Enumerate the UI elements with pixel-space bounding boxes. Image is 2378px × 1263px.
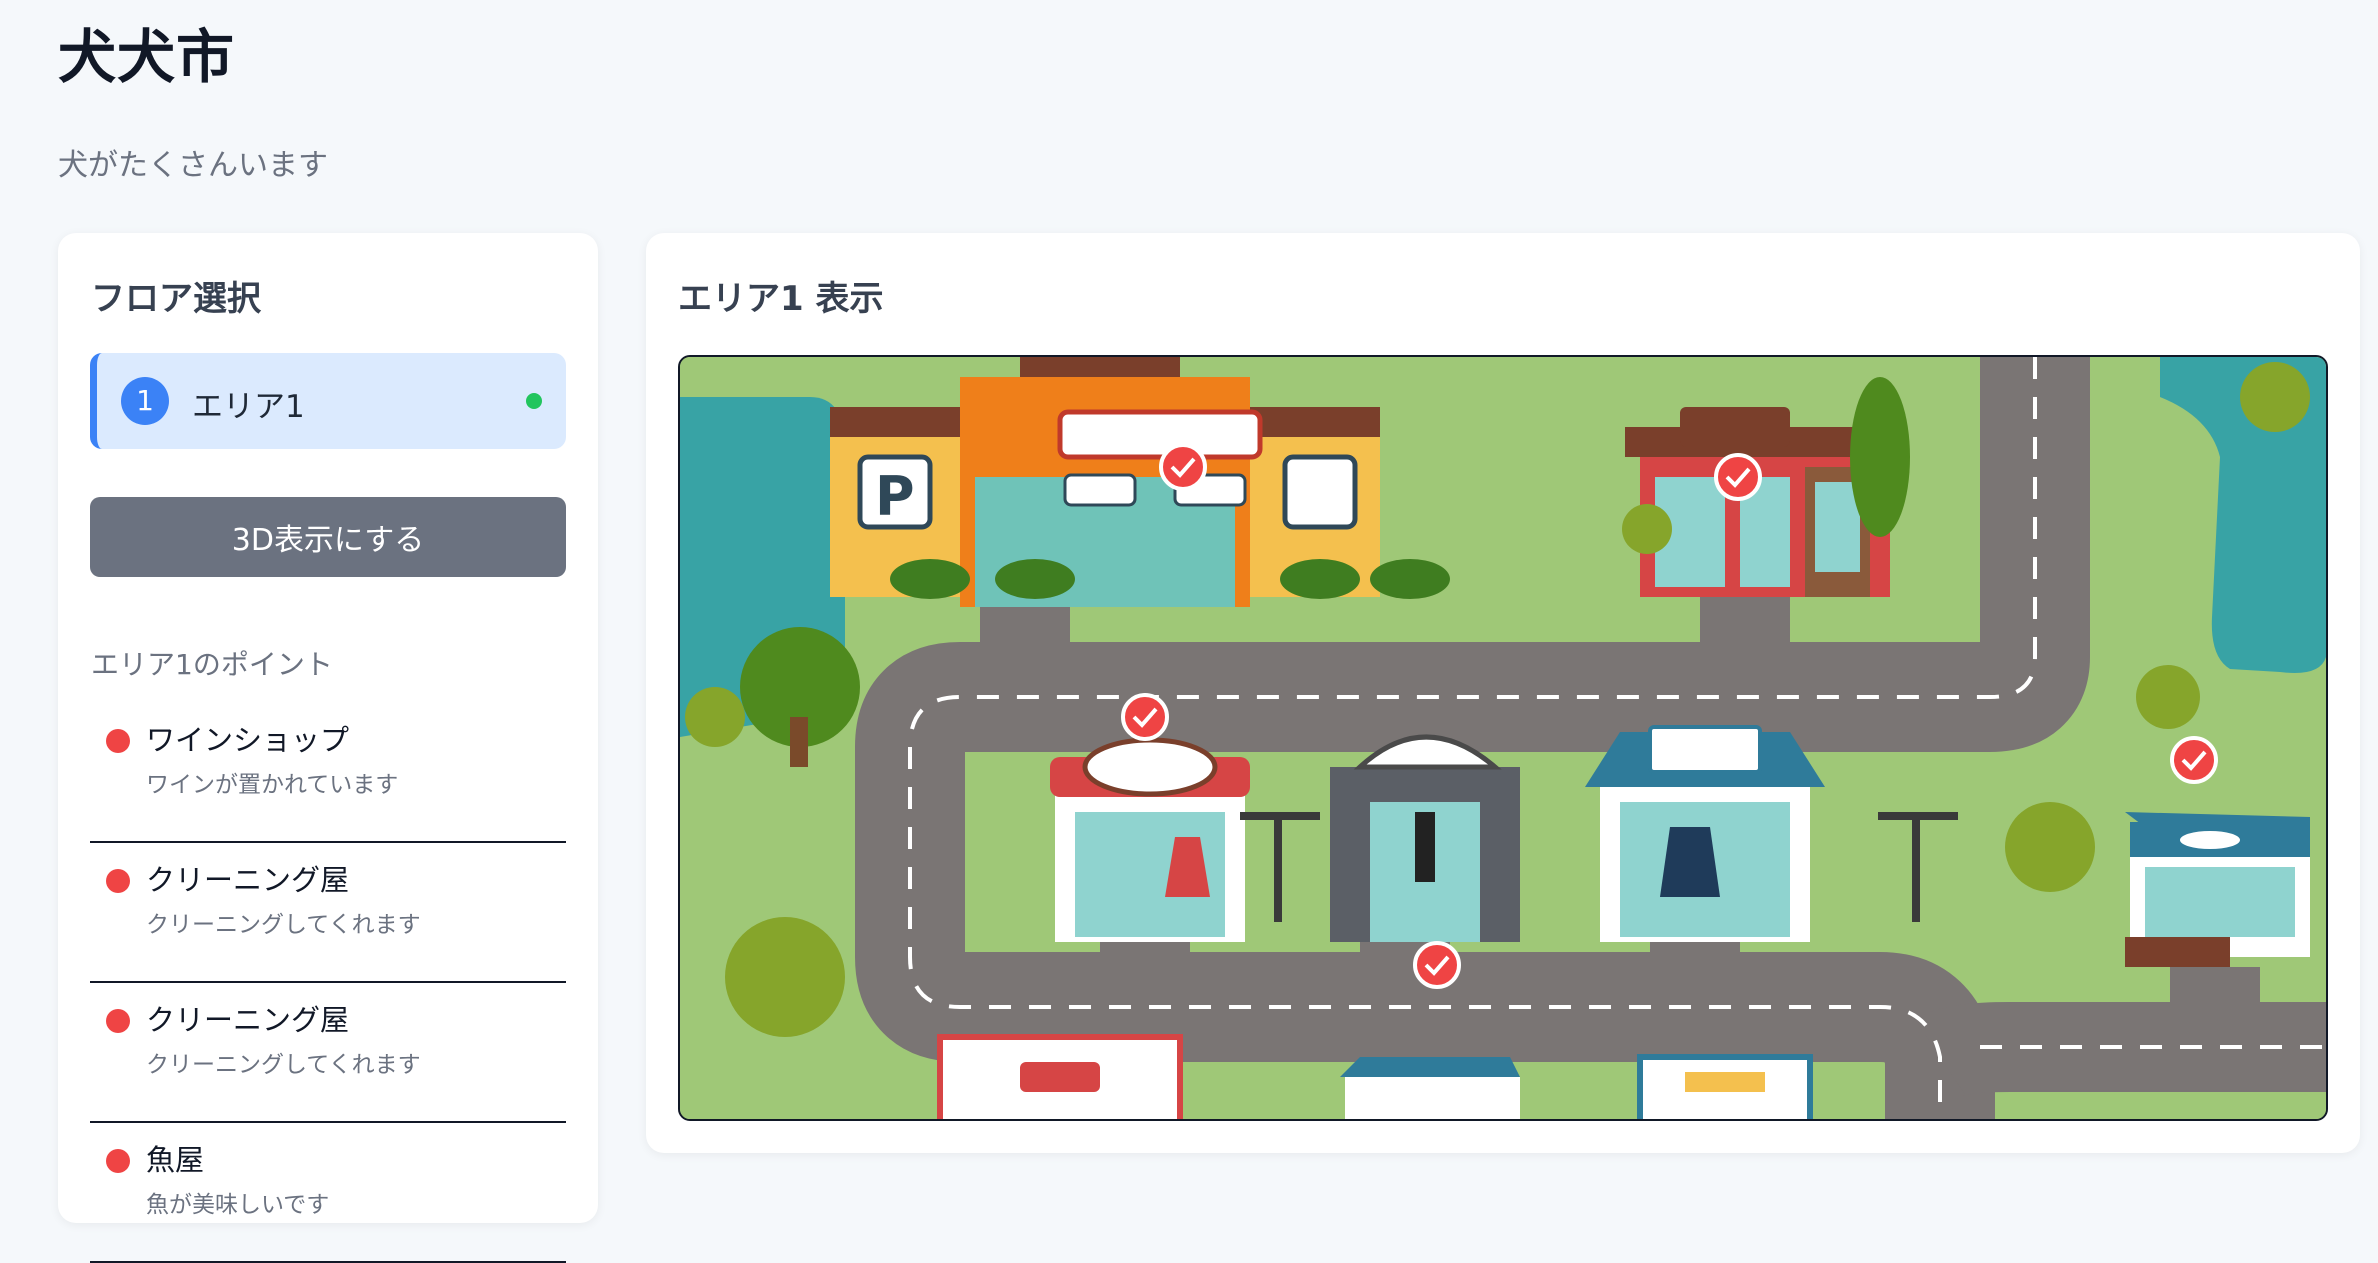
point-marker-icon xyxy=(106,869,130,893)
active-status-dot-icon xyxy=(526,393,542,409)
floor-item-area1[interactable]: 1 エリア1 xyxy=(90,353,566,449)
page-title: 犬犬市 xyxy=(58,23,236,91)
point-item-cleaning-2[interactable]: クリーニング屋 クリーニングしてくれます xyxy=(90,983,566,1123)
map-panel: エリア1 表示 P xyxy=(646,233,2360,1153)
area-map[interactable]: P xyxy=(678,355,2328,1121)
point-description: クリーニングしてくれます xyxy=(146,912,421,938)
floor-sidebar: フロア選択 1 エリア1 3D表示にする エリア1のポイント ワインショップ ワ… xyxy=(58,233,598,1263)
sidebar-title: フロア選択 xyxy=(91,279,261,319)
point-list: ワインショップ ワインが置かれています クリーニング屋 クリーニングしてくれます… xyxy=(90,703,566,1263)
map-marker-supermarket[interactable] xyxy=(1159,443,1207,491)
point-item-wine-shop[interactable]: ワインショップ ワインが置かれています xyxy=(90,703,566,843)
town-map-illustration: P xyxy=(680,357,2326,1119)
map-marker-cleaning-1[interactable] xyxy=(1121,693,1169,741)
point-name: クリーニング屋 xyxy=(146,1003,350,1037)
point-marker-icon xyxy=(106,1149,130,1173)
point-name: クリーニング屋 xyxy=(146,863,350,897)
map-marker-wine-shop[interactable] xyxy=(1714,453,1762,501)
point-name: ワインショップ xyxy=(146,723,350,757)
point-description: 魚が美味しいです xyxy=(146,1192,330,1218)
page-subtitle: 犬がたくさんいます xyxy=(58,148,328,183)
point-description: クリーニングしてくれます xyxy=(146,1052,421,1078)
point-marker-icon xyxy=(106,1009,130,1033)
map-title: エリア1 表示 xyxy=(678,279,884,319)
map-marker-fish-shop[interactable] xyxy=(2170,736,2218,784)
floor-label: エリア1 xyxy=(192,389,305,425)
point-name: 魚屋 xyxy=(146,1143,205,1177)
svg-text:P: P xyxy=(875,465,915,528)
point-item-cleaning-1[interactable]: クリーニング屋 クリーニングしてくれます xyxy=(90,843,566,983)
toggle-3d-button[interactable]: 3D表示にする xyxy=(90,497,566,577)
point-description: ワインが置かれています xyxy=(146,772,399,798)
points-heading: エリア1のポイント xyxy=(91,648,333,681)
map-marker-cleaning-2[interactable] xyxy=(1413,941,1461,989)
floor-number-badge: 1 xyxy=(121,377,169,425)
point-marker-icon xyxy=(106,729,130,753)
page-header: 犬犬市 xyxy=(58,10,235,94)
point-item-fish-shop[interactable]: 魚屋 魚が美味しいです xyxy=(90,1123,566,1263)
